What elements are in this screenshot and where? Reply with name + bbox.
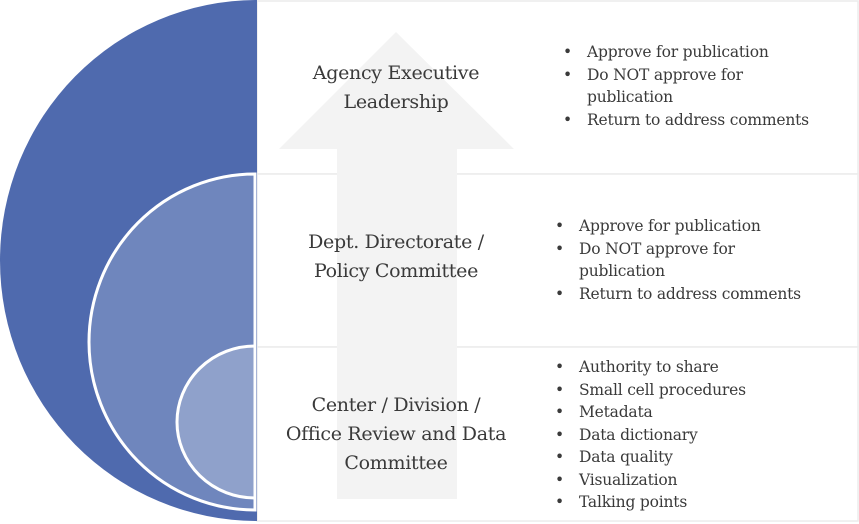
- list-item: Small cell procedures: [551, 379, 841, 402]
- list-item: Data quality: [551, 446, 841, 469]
- title-line: Committee: [344, 452, 448, 474]
- list-item: Approve for publication: [559, 41, 849, 64]
- title-line: Leadership: [343, 91, 449, 113]
- dept-actions-list: Approve for publication Do NOT approve f…: [551, 215, 841, 305]
- list-item: Do NOT approve for publication: [559, 64, 767, 109]
- list-item: Talking points: [551, 491, 841, 514]
- level-title-center: Center / Division / Office Review and Da…: [266, 391, 526, 478]
- center-review-list: Authority to share Small cell procedures…: [551, 356, 841, 514]
- list-item: Authority to share: [551, 356, 841, 379]
- title-line: Office Review and Data: [285, 423, 507, 445]
- list-item: Data dictionary: [551, 424, 841, 447]
- title-line: Center / Division /: [311, 394, 481, 416]
- level-title-dept: Dept. Directorate / Policy Committee: [266, 228, 526, 286]
- list-item: Return to address comments: [559, 109, 849, 132]
- approval-diagram: Agency Executive Leadership Dept. Direct…: [0, 0, 859, 524]
- level-title-agency: Agency Executive Leadership: [266, 59, 526, 117]
- title-line: Agency Executive: [312, 62, 480, 84]
- list-item: Return to address comments: [551, 283, 841, 306]
- title-line: Dept. Directorate /: [308, 231, 484, 253]
- title-line: Policy Committee: [313, 260, 479, 282]
- list-item: Visualization: [551, 469, 841, 492]
- list-item: Metadata: [551, 401, 841, 424]
- list-item: Approve for publication: [551, 215, 841, 238]
- agency-actions-list: Approve for publication Do NOT approve f…: [559, 41, 849, 131]
- list-item: Do NOT approve for publication: [551, 238, 759, 283]
